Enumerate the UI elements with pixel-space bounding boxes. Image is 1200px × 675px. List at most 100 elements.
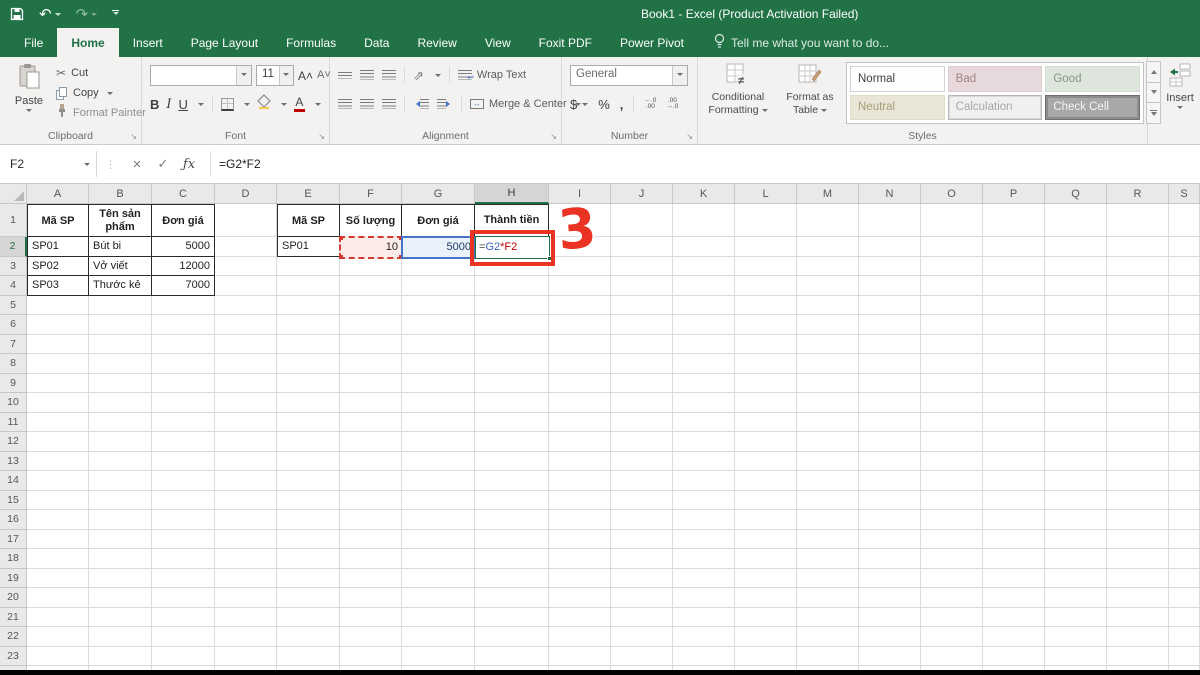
cell-A10[interactable] [27,393,89,413]
number-format-combobox[interactable]: General [570,65,688,86]
cell-C11[interactable] [152,413,215,433]
cell-P3[interactable] [983,257,1045,277]
cell-style-check-cell[interactable]: Check Cell [1045,95,1140,121]
cell-Q16[interactable] [1045,510,1107,530]
cell-B3[interactable]: Vở viết [89,257,152,277]
paste-button[interactable]: Paste [8,63,50,113]
cell-C22[interactable] [152,627,215,647]
cell-D12[interactable] [215,432,277,452]
cell-C19[interactable] [152,569,215,589]
cell-D1[interactable] [215,204,277,237]
cell-J20[interactable] [611,588,673,608]
cell-R17[interactable] [1107,530,1169,550]
cell-D4[interactable] [215,276,277,296]
cell-J8[interactable] [611,354,673,374]
enter-icon[interactable]: ✓ [150,156,176,172]
cell-B2[interactable]: Bút bi [89,237,152,257]
row-header-17[interactable]: 17 [0,530,27,550]
underline-button[interactable]: U [179,98,188,111]
cell-D13[interactable] [215,452,277,472]
cell-M2[interactable] [797,237,859,257]
cell-E6[interactable] [277,315,340,335]
cell-L9[interactable] [735,374,797,394]
cell-R8[interactable] [1107,354,1169,374]
cell-P1[interactable] [983,204,1045,237]
cell-R6[interactable] [1107,315,1169,335]
formula-input[interactable]: =G2*F2 [219,157,261,171]
cell-G5[interactable] [402,296,475,316]
cell-M18[interactable] [797,549,859,569]
cell-Q1[interactable] [1045,204,1107,237]
tab-insert[interactable]: Insert [119,28,177,57]
cell-B17[interactable] [89,530,152,550]
cell-J2[interactable] [611,237,673,257]
cell-M4[interactable] [797,276,859,296]
cell-H23[interactable] [475,647,549,667]
cell-J5[interactable] [611,296,673,316]
cell-B15[interactable] [89,491,152,511]
cell-E8[interactable] [277,354,340,374]
cell-O19[interactable] [921,569,983,589]
cell-S14[interactable] [1169,471,1200,491]
cell-Q22[interactable] [1045,627,1107,647]
cell-R18[interactable] [1107,549,1169,569]
cell-L1[interactable] [735,204,797,237]
cell-H5[interactable] [475,296,549,316]
cell-O12[interactable] [921,432,983,452]
row-header-6[interactable]: 6 [0,315,27,335]
font-dialog-launcher-icon[interactable]: ↘ [318,133,325,141]
column-header-E[interactable]: E [277,184,340,204]
cell-G19[interactable] [402,569,475,589]
cell-C23[interactable] [152,647,215,667]
cell-A18[interactable] [27,549,89,569]
borders-button[interactable] [221,98,234,111]
cell-L18[interactable] [735,549,797,569]
cell-M12[interactable] [797,432,859,452]
cell-G20[interactable] [402,588,475,608]
cell-S5[interactable] [1169,296,1200,316]
row-header-9[interactable]: 9 [0,374,27,394]
cell-A22[interactable] [27,627,89,647]
cell-P6[interactable] [983,315,1045,335]
spreadsheet-grid[interactable]: ABCDEFGHIJKLMNOPQRS1Mã SPTên sản phẩmĐơn… [0,184,1200,670]
cell-style-good[interactable]: Good [1045,66,1140,92]
cell-N4[interactable] [859,276,921,296]
cell-L5[interactable] [735,296,797,316]
cell-I16[interactable] [549,510,611,530]
column-header-G[interactable]: G [402,184,475,204]
cell-J18[interactable] [611,549,673,569]
borders-dropdown-icon[interactable] [244,103,250,109]
cell-A6[interactable] [27,315,89,335]
cell-J11[interactable] [611,413,673,433]
cell-K16[interactable] [673,510,735,530]
cell-E5[interactable] [277,296,340,316]
cell-S9[interactable] [1169,374,1200,394]
cell-L6[interactable] [735,315,797,335]
cell-R5[interactable] [1107,296,1169,316]
cell-P21[interactable] [983,608,1045,628]
cell-E13[interactable] [277,452,340,472]
cell-G12[interactable] [402,432,475,452]
cell-M11[interactable] [797,413,859,433]
cell-P12[interactable] [983,432,1045,452]
cell-N23[interactable] [859,647,921,667]
cell-M7[interactable] [797,335,859,355]
font-name-combobox[interactable] [150,65,252,86]
cell-K18[interactable] [673,549,735,569]
font-name-dropdown-icon[interactable] [236,66,251,85]
cell-B5[interactable] [89,296,152,316]
cell-O15[interactable] [921,491,983,511]
cell-I13[interactable] [549,452,611,472]
cell-I12[interactable] [549,432,611,452]
cell-M21[interactable] [797,608,859,628]
italic-button[interactable]: I [166,98,171,111]
cell-N5[interactable] [859,296,921,316]
cell-H13[interactable] [475,452,549,472]
cell-K19[interactable] [673,569,735,589]
cell-N19[interactable] [859,569,921,589]
cell-R15[interactable] [1107,491,1169,511]
cell-N14[interactable] [859,471,921,491]
cell-F6[interactable] [340,315,402,335]
cell-O11[interactable] [921,413,983,433]
cell-A17[interactable] [27,530,89,550]
